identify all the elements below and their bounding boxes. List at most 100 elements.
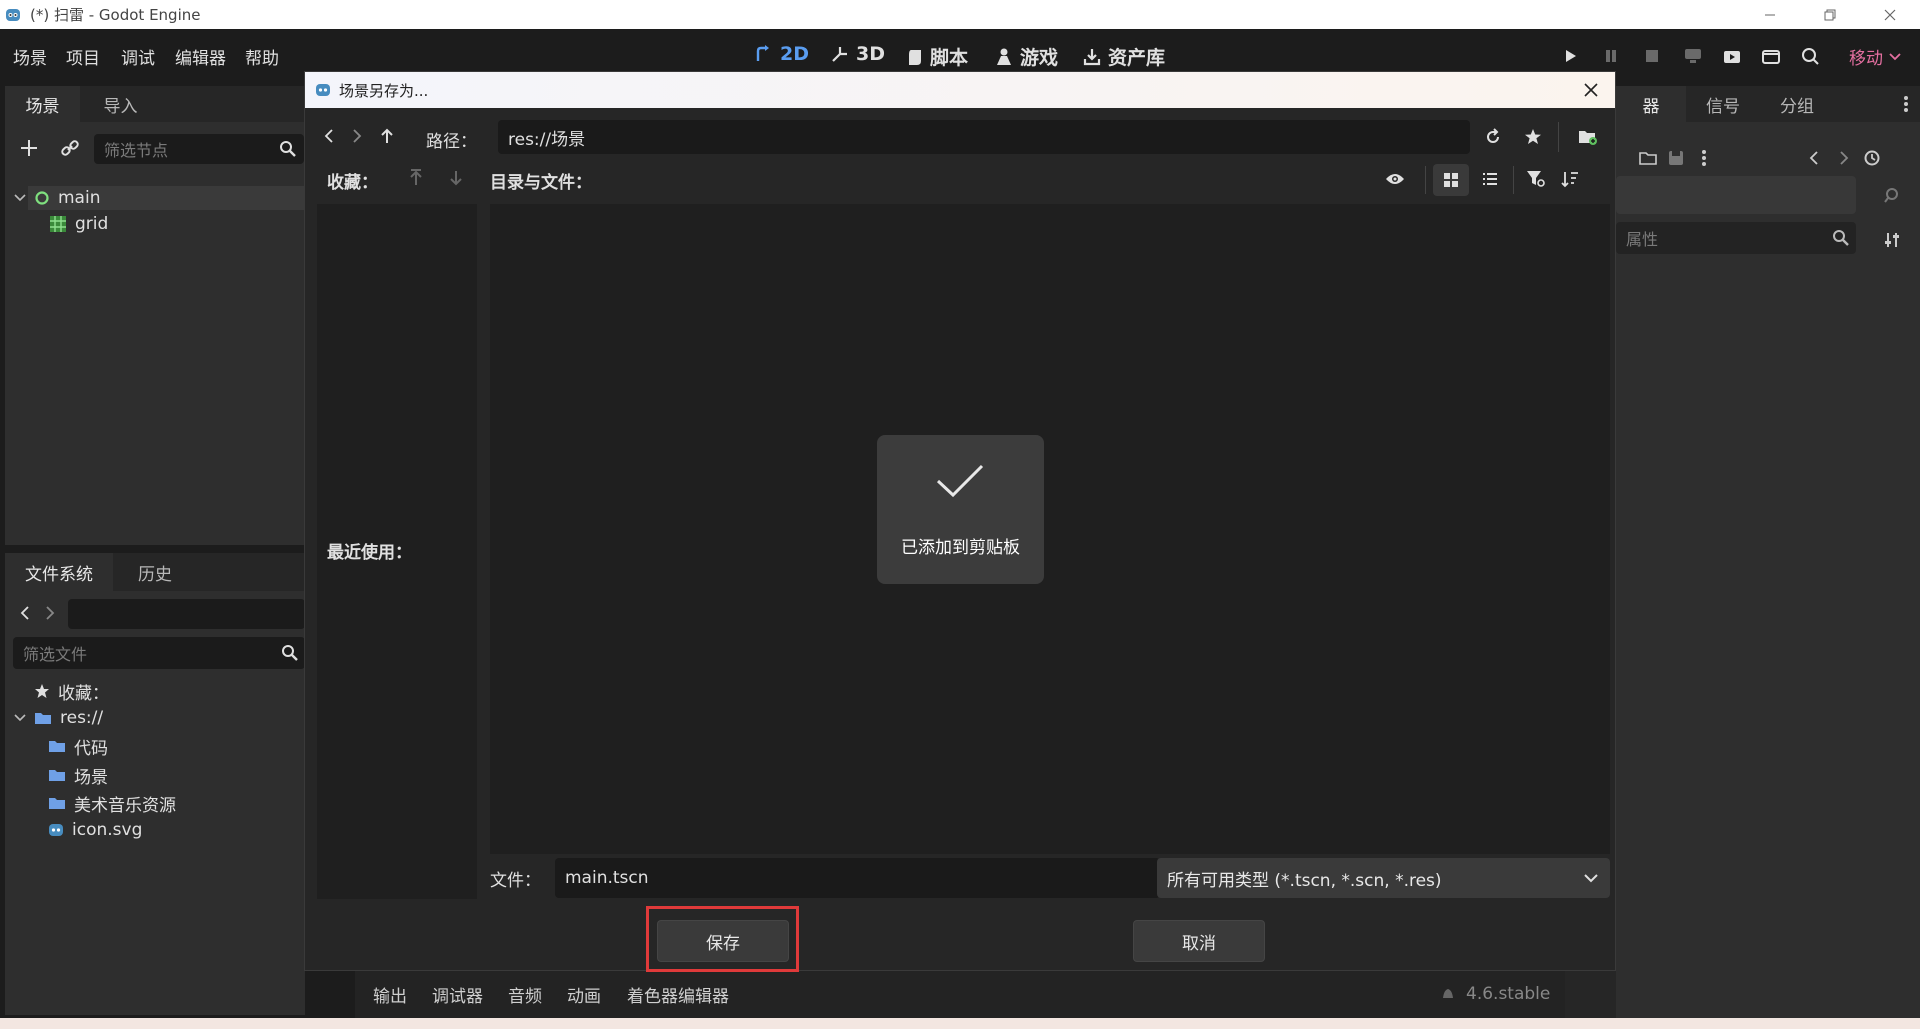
tab-filesystem[interactable]: 文件系统 [5, 553, 113, 591]
divider [1425, 166, 1426, 194]
save-icon[interactable] [1664, 146, 1688, 170]
bottom-tab-output[interactable]: 输出 [373, 970, 407, 1018]
files-area[interactable] [490, 204, 1610, 854]
status-strip [0, 1018, 1920, 1029]
open-folder-icon[interactable] [1636, 146, 1660, 170]
play-custom-scene-icon[interactable] [1758, 43, 1784, 69]
fs-res-root[interactable]: res:// [14, 706, 103, 730]
fs-folder-scenes[interactable]: 场景 [48, 763, 108, 788]
stop-icon[interactable] [1639, 43, 1665, 69]
tab-history[interactable]: 历史 [115, 553, 195, 591]
bottom-tab-audio[interactable]: 音频 [508, 970, 542, 1018]
pause-icon[interactable] [1598, 43, 1624, 69]
bell-icon [1440, 986, 1456, 1002]
game-icon [994, 47, 1014, 67]
tab-groups[interactable]: 分组 [1762, 86, 1832, 122]
menu-project[interactable]: 项目 [66, 44, 100, 69]
close-icon[interactable] [1583, 82, 1599, 98]
tab-signals[interactable]: 信号 [1688, 86, 1758, 122]
menu-editor[interactable]: 编辑器 [175, 44, 226, 69]
menu-dots-icon[interactable] [1894, 92, 1918, 116]
menu-debug[interactable]: 调试 [121, 44, 155, 69]
godot-icon [48, 822, 64, 838]
bottom-tab-shader-editor[interactable]: 着色器编辑器 [627, 970, 729, 1018]
back-icon[interactable] [17, 601, 33, 625]
arrow-up-icon[interactable] [375, 124, 399, 148]
tab-inspector[interactable]: 器 [1616, 86, 1686, 122]
fs-favorites[interactable]: 收藏： [34, 679, 109, 704]
folder-icon [48, 739, 66, 753]
object-selector[interactable] [1616, 176, 1856, 214]
chevron-down-icon [1889, 52, 1901, 61]
menu-scene[interactable]: 场景 [13, 44, 47, 69]
history-icon[interactable] [1860, 146, 1884, 170]
search-icon [281, 644, 299, 662]
sort-icon[interactable] [1557, 166, 1583, 192]
filter-properties-input[interactable]: 属性 [1616, 222, 1856, 254]
scene-node-main[interactable]: main [14, 186, 100, 210]
movie-maker-icon[interactable] [1797, 43, 1823, 69]
renderer-select[interactable]: 移动 [1849, 44, 1901, 69]
filename-input[interactable]: main.tscn [555, 858, 1160, 898]
play-scene-icon[interactable] [1719, 43, 1745, 69]
mode-game-tab[interactable]: 游戏 [994, 43, 1058, 70]
restore-button[interactable] [1800, 0, 1860, 29]
mode-3d-tab[interactable]: 3D [830, 43, 885, 65]
tools-icon[interactable] [1878, 226, 1906, 254]
doc-search-icon[interactable] [1878, 182, 1906, 210]
clipboard-toast: 已添加到剪贴板 [877, 435, 1044, 584]
filter-nodes-input[interactable]: 筛选节点 [94, 134, 304, 164]
2d-icon [754, 44, 774, 64]
move-up-icon[interactable] [405, 166, 427, 190]
filesystem-path-field[interactable] [68, 599, 305, 629]
mode-2d-tab[interactable]: 2D [754, 43, 809, 65]
mode-script-tab[interactable]: 脚本 [906, 43, 968, 70]
save-scene-dialog: 场景另存为... 路径： res://场景 收藏： 最近使用： 目录与文件： 已… [304, 71, 1616, 971]
godot-icon [4, 6, 22, 24]
tab-scene[interactable]: 场景 [5, 86, 80, 122]
file-type-select[interactable]: 所有可用类型 (*.tscn, *.scn, *.res) [1157, 858, 1610, 898]
tab-import[interactable]: 导入 [83, 86, 158, 122]
recent-label: 最近使用： [327, 543, 412, 563]
remote-debug-icon[interactable] [1680, 43, 1706, 69]
cancel-button[interactable]: 取消 [1133, 920, 1265, 962]
forward-icon[interactable] [42, 601, 58, 625]
bottom-panel-bar: 输出 调试器 音频 动画 着色器编辑器 4.6.stable [355, 970, 1565, 1018]
minimize-button[interactable] [1740, 0, 1800, 29]
list-view-icon[interactable] [1477, 166, 1503, 192]
more-options-icon[interactable] [1692, 146, 1716, 170]
grid-view-icon[interactable] [1433, 164, 1469, 196]
forward-icon[interactable] [347, 124, 367, 148]
move-down-icon[interactable] [445, 166, 467, 190]
fs-file-icon-svg[interactable]: icon.svg [48, 818, 142, 842]
refresh-icon[interactable] [1480, 124, 1506, 150]
filter-files-input[interactable]: 筛选文件 [13, 637, 305, 669]
mode-assetlib-tab[interactable]: 资产库 [1082, 43, 1165, 70]
path-input[interactable]: res://场景 [498, 120, 1470, 154]
bottom-tab-animation[interactable]: 动画 [567, 970, 601, 1018]
filter-icon[interactable] [1523, 166, 1549, 192]
window-titlebar: (*) 扫雷 - Godot Engine [0, 0, 1920, 29]
link-icon[interactable] [58, 136, 82, 160]
divider [1513, 166, 1514, 194]
add-node-icon[interactable] [17, 136, 41, 160]
dialog-titlebar: 场景另存为... [305, 72, 1615, 108]
filesystem-dock: 文件系统 历史 筛选文件 收藏： res:// 代码 场景 美术音乐资源 ico… [5, 553, 305, 1015]
create-folder-icon[interactable] [1575, 124, 1601, 150]
forward-icon[interactable] [1834, 146, 1854, 170]
chevron-down-icon [14, 194, 26, 202]
recent-list[interactable] [317, 573, 477, 899]
close-window-button[interactable] [1860, 0, 1920, 29]
folder-icon [48, 768, 66, 782]
folder-icon [48, 796, 66, 810]
menu-help[interactable]: 帮助 [245, 44, 279, 69]
fs-folder-assets[interactable]: 美术音乐资源 [48, 791, 176, 816]
scene-node-grid[interactable]: grid [49, 212, 108, 236]
back-icon[interactable] [319, 124, 339, 148]
back-icon[interactable] [1804, 146, 1824, 170]
bottom-tab-debugger[interactable]: 调试器 [432, 970, 483, 1018]
fs-folder-code[interactable]: 代码 [48, 734, 108, 759]
eye-icon[interactable] [1382, 166, 1408, 192]
play-icon[interactable] [1557, 43, 1583, 69]
favorite-star-icon[interactable] [1520, 124, 1546, 150]
